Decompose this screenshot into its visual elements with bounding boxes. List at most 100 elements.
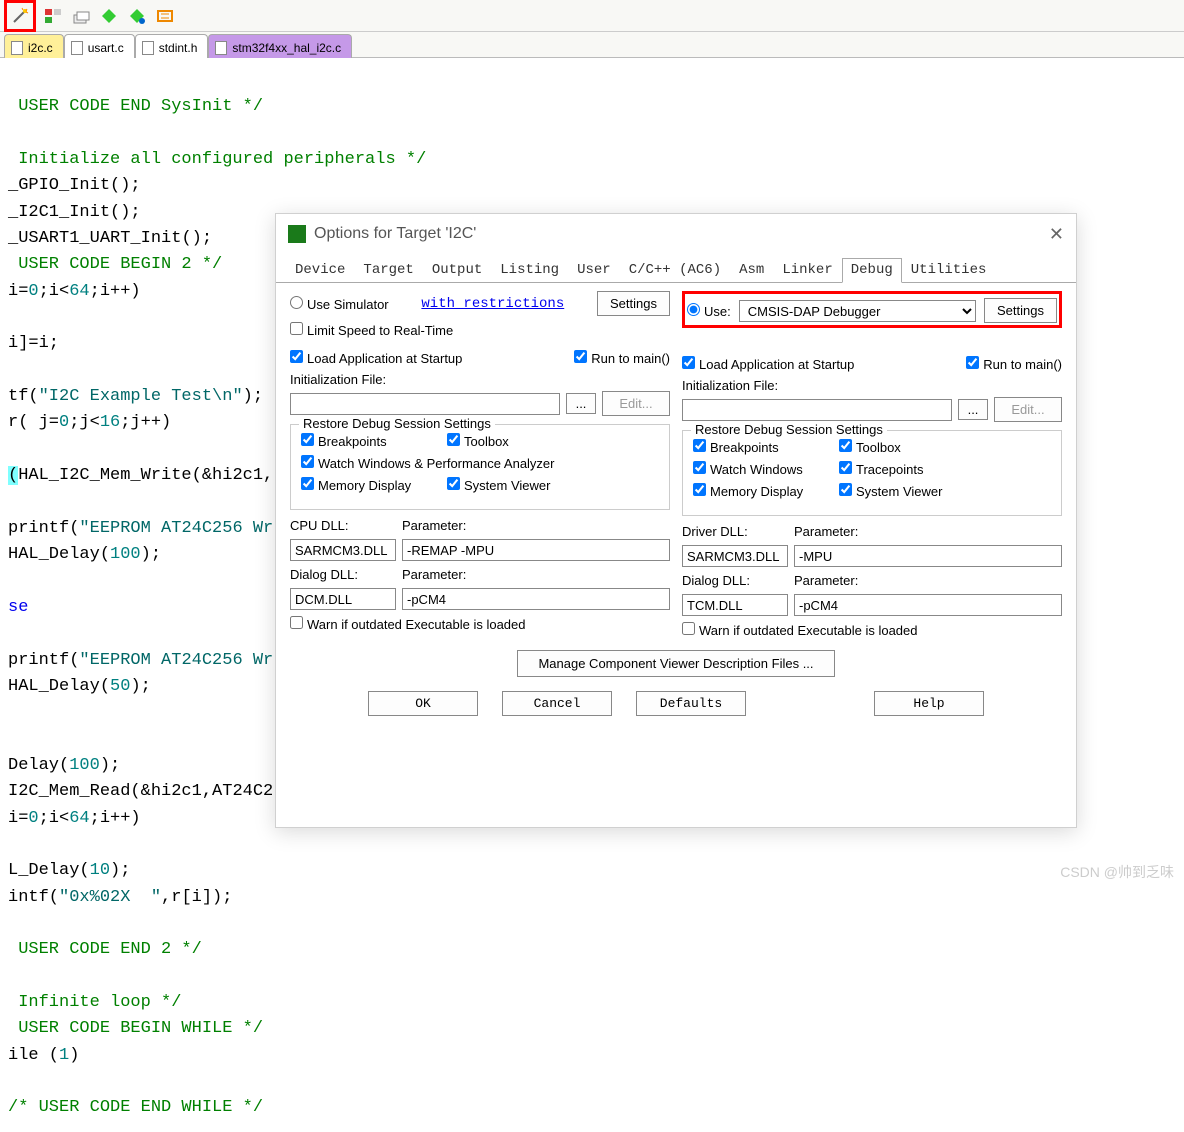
tab-user[interactable]: User xyxy=(568,258,620,282)
file-icon xyxy=(11,41,23,55)
load-app-left-checkbox[interactable]: Load Application at Startup xyxy=(290,350,462,366)
sim-settings-button[interactable]: Settings xyxy=(597,291,670,316)
dialog-dll-left-input[interactable] xyxy=(290,588,396,610)
ok-button[interactable]: OK xyxy=(368,691,478,716)
edit-left-button[interactable]: Edit... xyxy=(602,391,670,416)
code-tok: ,r[i]); xyxy=(161,888,232,907)
code-tok: _I2C1_Init xyxy=(8,203,110,222)
param-label: Parameter: xyxy=(402,567,466,582)
code-tok: i]=i; xyxy=(8,334,59,353)
code-tok: ;i< xyxy=(39,282,70,301)
code-tok: i= xyxy=(8,282,28,301)
breakpoints-right-checkbox[interactable]: Breakpoints xyxy=(693,439,833,455)
code-tok: L_Delay( xyxy=(8,861,90,880)
load-app-right-checkbox[interactable]: Load Application at Startup xyxy=(682,356,854,372)
sysview-left-checkbox[interactable]: System Viewer xyxy=(447,477,550,493)
warn-left-checkbox[interactable]: Warn if outdated Executable is loaded xyxy=(290,616,526,632)
red-green-blocks-icon[interactable] xyxy=(42,5,64,27)
code-tok: printf( xyxy=(8,651,79,670)
highlighted-tool xyxy=(4,0,36,32)
tab-i2c-c[interactable]: i2c.c xyxy=(4,34,64,58)
init-file-right-input[interactable] xyxy=(682,399,952,421)
use-radio[interactable]: Use: xyxy=(687,303,731,319)
tab-stdint-h[interactable]: stdint.h xyxy=(135,34,209,58)
green-diamond-icon[interactable] xyxy=(98,5,120,27)
cpu-dll-input[interactable] xyxy=(290,539,396,561)
code-tok: HAL_Delay xyxy=(8,545,100,564)
dialog-dll-label: Dialog DLL: xyxy=(682,573,788,588)
tab-debug[interactable]: Debug xyxy=(842,258,902,283)
code-tok: 16 xyxy=(100,413,120,432)
tab-asm[interactable]: Asm xyxy=(730,258,773,282)
use-simulator-radio[interactable]: Use Simulator xyxy=(290,296,389,312)
code-tok: Delay( xyxy=(8,756,69,775)
code-tok: ile ( xyxy=(8,1046,59,1065)
group-title: Restore Debug Session Settings xyxy=(299,416,495,431)
browse-right-button[interactable]: ... xyxy=(958,399,988,420)
driver-param-input[interactable] xyxy=(794,545,1062,567)
tab-device[interactable]: Device xyxy=(286,258,354,282)
simulator-column: Use Simulator with restrictions Settings… xyxy=(290,291,670,644)
green-diamond-dot-icon[interactable] xyxy=(126,5,148,27)
restrictions-link[interactable]: with restrictions xyxy=(421,296,564,312)
defaults-button[interactable]: Defaults xyxy=(636,691,746,716)
memory-left-checkbox[interactable]: Memory Display xyxy=(301,477,441,493)
sysview-right-checkbox[interactable]: System Viewer xyxy=(839,483,942,499)
debugger-select[interactable]: CMSIS-DAP Debugger xyxy=(739,300,976,322)
code-tok: ) xyxy=(69,1046,79,1065)
run-main-left-checkbox[interactable]: Run to main() xyxy=(574,350,670,366)
tab-target[interactable]: Target xyxy=(354,258,422,282)
app-logo-icon xyxy=(288,225,306,243)
watch-right-checkbox[interactable]: Watch Windows xyxy=(693,461,833,477)
memory-right-checkbox[interactable]: Memory Display xyxy=(693,483,833,499)
stack-icon[interactable] xyxy=(70,5,92,27)
dialog-param-right-input[interactable] xyxy=(794,594,1062,616)
code-tok: HAL_Delay xyxy=(8,677,100,696)
tracepoints-checkbox[interactable]: Tracepoints xyxy=(839,461,923,477)
init-file-left-input[interactable] xyxy=(290,393,560,415)
dialog-dll-right-input[interactable] xyxy=(682,594,788,616)
code-tok: tf( xyxy=(8,387,39,406)
init-file-label-left: Initialization File: xyxy=(290,372,670,387)
driver-dll-input[interactable] xyxy=(682,545,788,567)
orange-box-icon[interactable] xyxy=(154,5,176,27)
code-line: /* USER CODE END WHILE */ xyxy=(8,1098,263,1117)
tab-output[interactable]: Output xyxy=(423,258,491,282)
toolbox-right-checkbox[interactable]: Toolbox xyxy=(839,439,901,455)
magic-wand-icon[interactable] xyxy=(9,5,31,27)
code-tok: intf( xyxy=(8,888,59,907)
param-label: Parameter: xyxy=(794,524,858,539)
watch-left-checkbox[interactable]: Watch Windows & Performance Analyzer xyxy=(301,455,555,471)
limit-speed-checkbox[interactable]: Limit Speed to Real-Time xyxy=(290,322,453,338)
tab-cc[interactable]: C/C++ (AC6) xyxy=(620,258,730,282)
run-main-right-checkbox[interactable]: Run to main() xyxy=(966,356,1062,372)
dialog-param-left-input[interactable] xyxy=(402,588,670,610)
help-button[interactable]: Help xyxy=(874,691,984,716)
tab-usart-c[interactable]: usart.c xyxy=(64,34,135,58)
code-tok: ;i++) xyxy=(90,282,141,301)
tab-linker[interactable]: Linker xyxy=(773,258,841,282)
code-tok: HAL_I2C_Mem_Write xyxy=(18,466,191,485)
manage-components-button[interactable]: Manage Component Viewer Description File… xyxy=(517,650,834,677)
cpu-param-input[interactable] xyxy=(402,539,670,561)
code-tok: ); xyxy=(100,756,120,775)
close-icon[interactable]: ✕ xyxy=(1049,224,1064,245)
tab-hal-i2c-c[interactable]: stm32f4xx_hal_i2c.c xyxy=(208,34,352,58)
dialog-dll-label: Dialog DLL: xyxy=(290,567,396,582)
toolbox-left-checkbox[interactable]: Toolbox xyxy=(447,433,509,449)
dialog-title-bar: Options for Target 'I2C' ✕ xyxy=(276,214,1076,254)
hw-settings-button[interactable]: Settings xyxy=(984,298,1057,323)
tab-utilities[interactable]: Utilities xyxy=(902,258,996,282)
code-tok: ;i< xyxy=(39,809,70,828)
tab-listing[interactable]: Listing xyxy=(491,258,568,282)
breakpoints-left-checkbox[interactable]: Breakpoints xyxy=(301,433,441,449)
code-tok: _USART1_UART_Init xyxy=(8,229,181,248)
code-tok: i= xyxy=(8,809,28,828)
cancel-button[interactable]: Cancel xyxy=(502,691,612,716)
file-icon xyxy=(142,41,154,55)
edit-right-button[interactable]: Edit... xyxy=(994,397,1062,422)
warn-right-checkbox[interactable]: Warn if outdated Executable is loaded xyxy=(682,622,918,638)
browse-left-button[interactable]: ... xyxy=(566,393,596,414)
restore-group-left: Restore Debug Session Settings Breakpoin… xyxy=(290,424,670,510)
code-line: USER CODE END 2 */ xyxy=(8,940,202,959)
